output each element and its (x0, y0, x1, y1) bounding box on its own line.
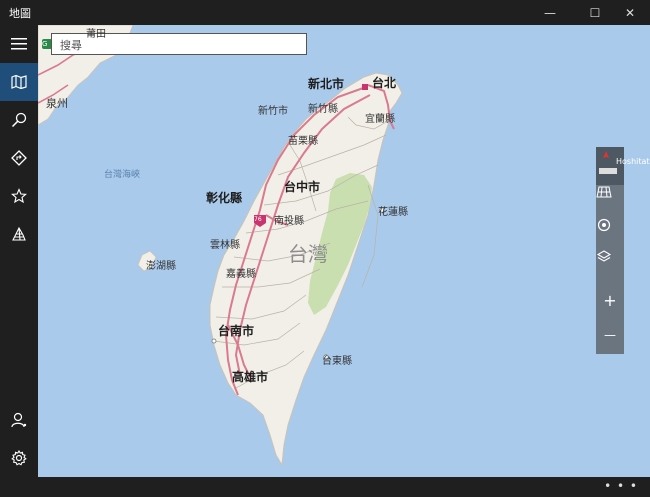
sidebar-item-settings[interactable] (0, 439, 38, 477)
label-chiayi: 嘉義縣 (226, 269, 256, 280)
compass-button[interactable] (596, 147, 624, 185)
close-button[interactable]: ✕ (610, 0, 650, 25)
map-layers-icon (596, 250, 612, 262)
map-graphic (38, 25, 403, 467)
label-taipei: 台北 (372, 76, 397, 90)
sidebar-item-map[interactable] (0, 63, 38, 101)
zoom-in-icon: + (603, 290, 617, 310)
maximize-icon: ☐ (589, 5, 601, 20)
label-putian: 莆田 (86, 29, 106, 40)
label-taiwan-strait: 台灣海峽 (104, 170, 141, 180)
more-options-button[interactable]: • • • (604, 479, 638, 493)
label-changhua: 彰化縣 (206, 191, 243, 205)
highway-shield-label: 76 (254, 216, 262, 223)
search-icon (11, 112, 27, 128)
label-taitung: 台東縣 (322, 356, 352, 367)
3d-cities-icon (12, 226, 26, 241)
label-kaohsiung: 高雄市 (232, 370, 269, 384)
compass-label: Hoshitat (616, 157, 650, 166)
label-yunlin: 雲林縣 (210, 240, 240, 251)
minimize-icon: — (544, 5, 556, 20)
close-icon: ✕ (624, 5, 636, 20)
directions-icon (11, 150, 27, 166)
account-icon (11, 412, 27, 428)
my-location-button[interactable] (596, 217, 624, 249)
zoom-out-icon: — (604, 328, 616, 342)
sidebar-item-account[interactable] (0, 401, 38, 439)
bottom-app-bar: • • • (0, 477, 650, 497)
sidebar-item-favorites[interactable] (0, 177, 38, 215)
label-yilan: 宜蘭縣 (365, 114, 395, 125)
minimize-button[interactable]: — (530, 0, 570, 25)
map-canvas[interactable]: G 莆田 泉州 新北市 台北 新竹市 新竹縣 宜蘭縣 苗栗縣 台灣海峽 台中市 … (38, 25, 650, 477)
hamburger-menu-icon (11, 38, 27, 50)
label-hsinchu-county: 新竹縣 (308, 104, 338, 115)
label-new-taipei: 新北市 (308, 77, 345, 91)
label-miaoli: 苗栗縣 (288, 136, 318, 147)
label-hsinchu-city: 新竹市 (258, 106, 288, 117)
sidebar (0, 25, 38, 477)
label-taiwan: 台灣 (288, 242, 328, 266)
label-quanzhou: 泉州 (46, 97, 68, 110)
sidebar-item-3d-cities[interactable] (0, 215, 38, 253)
label-nantou: 南投縣 (274, 216, 304, 227)
sidebar-item-directions[interactable] (0, 139, 38, 177)
title-bar: 地圖 — ☐ ✕ (0, 0, 650, 25)
zoom-out-button[interactable]: — (596, 319, 624, 351)
tilt-3d-grid-icon (596, 186, 612, 198)
app-title: 地圖 (9, 7, 31, 20)
label-hualien: 花蓮縣 (378, 207, 408, 218)
china-shield-label: G (42, 40, 48, 48)
sidebar-item-search[interactable] (0, 101, 38, 139)
tilt-button[interactable] (596, 185, 624, 217)
favorites-star-icon (11, 188, 27, 204)
map-icon (11, 75, 27, 89)
label-tainan: 台南市 (218, 324, 255, 338)
my-location-icon (597, 218, 611, 232)
tainan-dot (211, 338, 217, 344)
label-taichung: 台中市 (284, 180, 321, 194)
taipei-city-marker (362, 84, 368, 90)
settings-gear-icon (11, 450, 27, 466)
label-penghu: 澎湖縣 (146, 261, 176, 272)
layers-button[interactable] (596, 249, 624, 281)
maximize-button[interactable]: ☐ (575, 0, 615, 25)
menu-button[interactable] (0, 25, 38, 63)
zoom-in-button[interactable]: + (596, 284, 624, 316)
map-controls-panel: Hoshitat + — (596, 147, 650, 354)
